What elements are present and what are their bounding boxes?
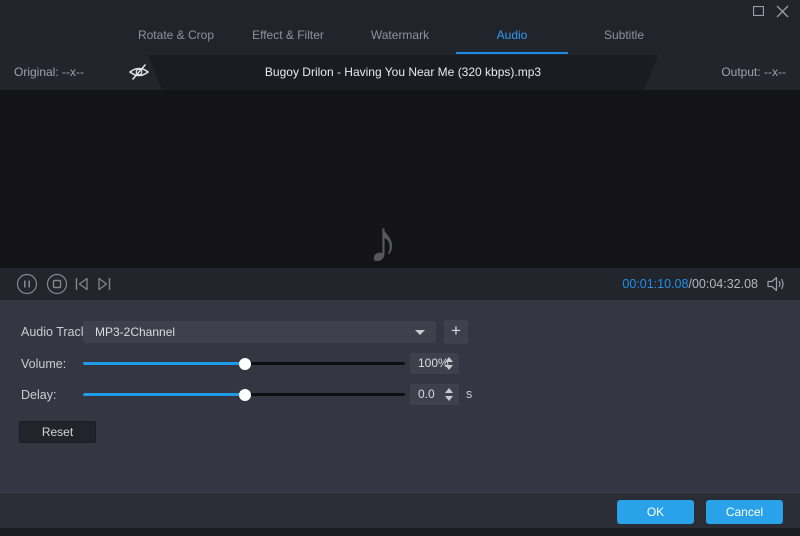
tab-watermark[interactable]: Watermark bbox=[344, 18, 456, 55]
preview-visibility-button[interactable] bbox=[128, 63, 152, 83]
audio-settings-panel: Audio Track: MP3-2Channel + Volume: 100%… bbox=[0, 300, 800, 492]
stop-icon bbox=[46, 273, 68, 295]
arrow-up-icon[interactable] bbox=[445, 388, 453, 393]
audio-track-dropdown[interactable]: MP3-2Channel bbox=[83, 321, 436, 343]
eye-slash-icon bbox=[128, 63, 150, 81]
time-display: 00:01:10.08/00:04:32.08 bbox=[622, 268, 758, 300]
arrow-down-icon[interactable] bbox=[445, 365, 453, 370]
preview-area: ♪ bbox=[0, 90, 800, 268]
speaker-icon bbox=[766, 276, 786, 292]
window-bottom-edge bbox=[0, 528, 800, 536]
delay-spinbox[interactable]: 0.0 bbox=[410, 384, 459, 405]
output-dimensions-label: Output: --x-- bbox=[721, 55, 786, 90]
audio-track-value: MP3-2Channel bbox=[95, 325, 175, 339]
next-frame-button[interactable] bbox=[96, 276, 112, 292]
delay-unit-label: s bbox=[466, 384, 472, 405]
volume-mute-button[interactable] bbox=[766, 276, 786, 292]
volume-label: Volume: bbox=[21, 357, 66, 371]
audio-track-label: Audio Track: bbox=[21, 325, 90, 339]
previous-frame-button[interactable] bbox=[74, 276, 90, 292]
delay-label: Delay: bbox=[21, 388, 56, 402]
info-bar: Original: --x-- Bugoy Drilon - Having Yo… bbox=[0, 55, 800, 90]
maximize-icon bbox=[753, 6, 764, 16]
pause-icon bbox=[16, 273, 38, 295]
playback-bar: 00:01:10.08/00:04:32.08 bbox=[0, 268, 800, 300]
delay-thumb[interactable] bbox=[239, 389, 251, 401]
title-bar bbox=[0, 0, 800, 18]
volume-stepper[interactable] bbox=[444, 353, 454, 374]
volume-fill bbox=[83, 362, 245, 365]
arrow-down-icon[interactable] bbox=[445, 396, 453, 401]
media-filename-banner: Bugoy Drilon - Having You Near Me (320 k… bbox=[148, 55, 658, 90]
chevron-down-icon bbox=[415, 330, 425, 335]
cancel-button[interactable]: Cancel bbox=[706, 500, 783, 524]
tab-rotate-crop[interactable]: Rotate & Crop bbox=[120, 18, 232, 55]
current-time: 00:01:10.08 bbox=[622, 277, 688, 291]
music-note-icon: ♪ bbox=[368, 212, 398, 272]
delay-value: 0.0 bbox=[418, 387, 435, 401]
delay-slider[interactable] bbox=[83, 393, 405, 396]
footer-bar: OK Cancel bbox=[0, 492, 800, 528]
audio-edit-dialog: Rotate & Crop Effect & Filter Watermark … bbox=[0, 0, 800, 536]
close-icon bbox=[776, 5, 789, 18]
original-dimensions-label: Original: --x-- bbox=[14, 55, 84, 90]
volume-slider[interactable] bbox=[83, 362, 405, 365]
add-audio-track-button[interactable]: + bbox=[444, 320, 468, 344]
volume-thumb[interactable] bbox=[239, 358, 251, 370]
tab-audio[interactable]: Audio bbox=[456, 18, 568, 55]
next-frame-icon bbox=[96, 276, 112, 292]
tab-bar: Rotate & Crop Effect & Filter Watermark … bbox=[120, 18, 680, 55]
delay-fill bbox=[83, 393, 245, 396]
arrow-up-icon[interactable] bbox=[445, 357, 453, 362]
total-time: 00:04:32.08 bbox=[692, 277, 758, 291]
tab-effect-filter[interactable]: Effect & Filter bbox=[232, 18, 344, 55]
volume-spinbox[interactable]: 100% bbox=[410, 353, 459, 374]
close-button[interactable] bbox=[774, 3, 790, 19]
reset-button[interactable]: Reset bbox=[19, 421, 96, 443]
ok-button[interactable]: OK bbox=[617, 500, 694, 524]
stop-button[interactable] bbox=[46, 273, 68, 295]
delay-stepper[interactable] bbox=[444, 384, 454, 405]
tab-subtitle[interactable]: Subtitle bbox=[568, 18, 680, 55]
maximize-button[interactable] bbox=[750, 3, 766, 19]
previous-frame-icon bbox=[74, 276, 90, 292]
pause-button[interactable] bbox=[16, 273, 38, 295]
